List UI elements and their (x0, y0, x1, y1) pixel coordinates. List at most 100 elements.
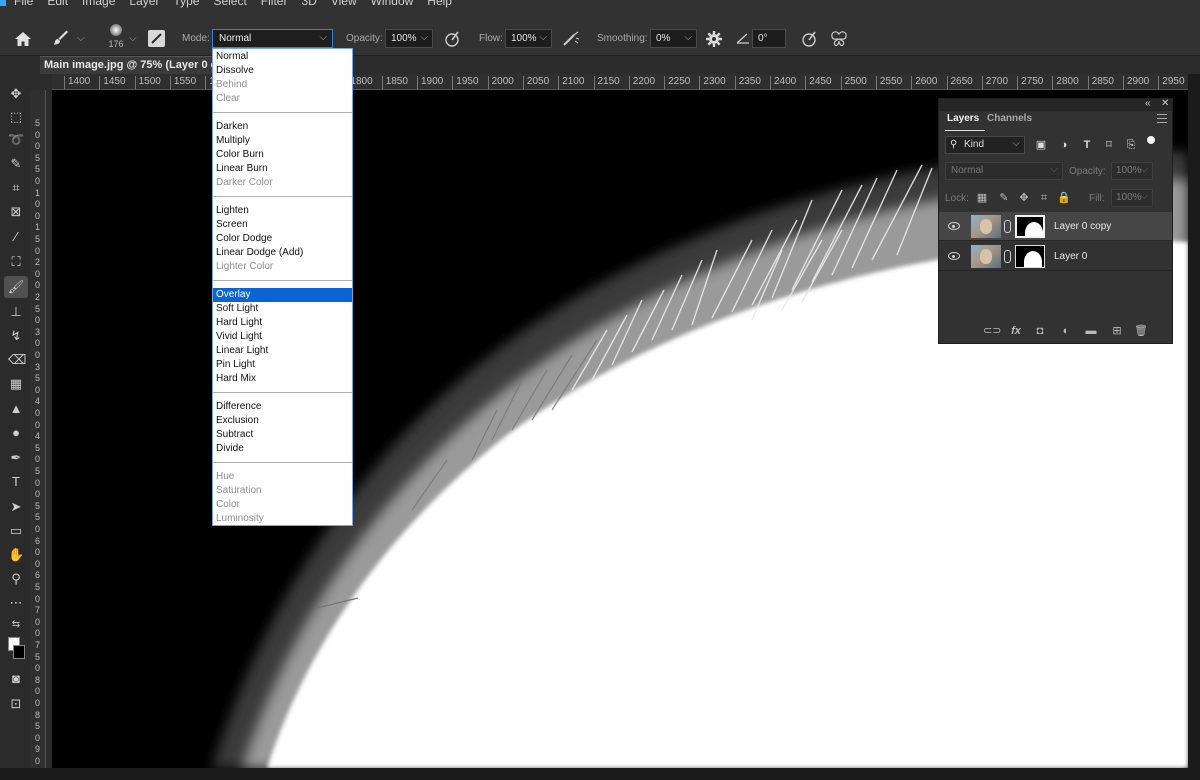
blend-mode-option[interactable]: Overlay (213, 288, 352, 302)
swap-colors-icon[interactable]: ⇆ (8, 617, 24, 633)
close-panel-icon[interactable]: ✕ (1161, 98, 1169, 109)
symmetry-butterfly-icon[interactable] (830, 30, 848, 48)
lasso-tool-icon[interactable]: ➰ (8, 132, 24, 148)
menu-item[interactable]: Type (173, 0, 199, 8)
lock-position-icon[interactable]: ✥ (1017, 191, 1031, 205)
history-brush-tool-icon[interactable]: ↯ (8, 328, 24, 344)
blend-mode-option[interactable]: Color Burn (213, 148, 352, 162)
adjustment-layer-icon[interactable]: ◐ (1059, 324, 1073, 338)
blend-mode-dropdown[interactable]: Normal Dissolve Behind Clear Darken Multiply C… (212, 48, 353, 526)
blend-mode-option[interactable]: Exclusion (213, 414, 352, 428)
blend-mode-option[interactable]: Vivid Light (213, 330, 352, 344)
lock-transparent-icon[interactable]: ▦ (975, 191, 989, 205)
menu-item[interactable]: Window (371, 0, 414, 8)
new-layer-icon[interactable]: ⊞ (1110, 324, 1124, 338)
pixel-filter-icon[interactable]: ▣ (1034, 138, 1048, 152)
menu-item[interactable]: Edit (47, 0, 68, 8)
menu-item[interactable]: Layer (129, 0, 159, 8)
airbrush-icon[interactable] (562, 30, 580, 48)
blend-mode-option[interactable]: Difference (213, 400, 352, 414)
document-tab[interactable]: Main image.jpg @ 75% (Layer 0 copy, Laye… (40, 56, 222, 74)
brush-size-chevron-icon[interactable]: ⌵ (129, 33, 137, 44)
brush-preset-chevron-icon[interactable]: ⌵ (77, 33, 85, 44)
menu-item[interactable]: Filter (261, 0, 288, 8)
more-tools-icon[interactable]: ⋯ (8, 595, 24, 611)
smart-object-filter-icon[interactable]: ⎘ (1124, 138, 1138, 152)
frame-tool-icon[interactable]: ⊠ (8, 204, 24, 220)
blend-mode-option[interactable]: Multiply (213, 134, 352, 148)
gradient-tool-icon[interactable]: ▦ (8, 376, 24, 392)
menu-item[interactable]: File (14, 0, 33, 8)
add-mask-icon[interactable]: ◘ (1033, 324, 1047, 338)
type-tool-icon[interactable]: T (8, 474, 24, 490)
trash-icon[interactable]: 🗑 (1134, 324, 1148, 338)
adjustment-filter-icon[interactable]: ◑ (1057, 138, 1071, 152)
lock-image-icon[interactable]: ✎ (997, 191, 1011, 205)
blend-mode-option[interactable]: Subtract (213, 428, 352, 442)
marquee-tool-icon[interactable]: ⬚ (8, 109, 24, 125)
pressure-size-icon[interactable] (800, 30, 818, 48)
quick-selection-tool-icon[interactable]: ✎ (8, 156, 24, 172)
move-tool-icon[interactable]: ✥ (8, 86, 24, 102)
tab-channels[interactable]: Channels (987, 113, 1032, 124)
blend-mode-option[interactable]: Darken (213, 120, 352, 134)
filter-toggle-icon[interactable] (1147, 136, 1155, 144)
quick-mask-icon[interactable]: ◙ (8, 671, 24, 687)
link-layers-icon[interactable]: ⊂⊃ (983, 324, 1001, 338)
opacity-field[interactable]: 100% ⌵ (385, 29, 433, 48)
visibility-eye-icon[interactable] (948, 222, 960, 230)
crop-tool-icon[interactable]: ⌗ (8, 180, 24, 196)
angle-field[interactable]: 0° (752, 29, 786, 48)
blend-mode-option[interactable]: Normal (213, 50, 352, 64)
blur-tool-icon[interactable]: ▲ (8, 401, 24, 417)
blend-mode-option[interactable]: Linear Burn (213, 162, 352, 176)
collapse-panel-icon[interactable]: « (1145, 98, 1151, 109)
menu-item[interactable]: View (331, 0, 357, 8)
layer-mask-thumbnail[interactable] (1015, 215, 1045, 238)
screen-mode-icon[interactable]: ⊡ (8, 696, 24, 712)
lock-artboard-icon[interactable]: ⌗ (1037, 191, 1051, 205)
pen-tool-icon[interactable]: ✒ (8, 450, 24, 466)
pressure-opacity-icon[interactable] (443, 30, 461, 48)
layer-opacity-field[interactable]: 100% ⌵ (1111, 162, 1153, 180)
panel-menu-icon[interactable] (1157, 114, 1167, 123)
hand-tool-icon[interactable]: ✋ (8, 547, 24, 563)
layer-mask-thumbnail[interactable] (1015, 245, 1045, 268)
new-group-folder-icon[interactable]: ▬ (1084, 324, 1098, 338)
blend-mode-option[interactable]: Hard Light (213, 316, 352, 330)
clone-stamp-tool-icon[interactable]: ⊥ (8, 304, 24, 320)
layer-row[interactable]: Layer 0 (939, 242, 1172, 271)
shape-tool-icon[interactable]: ▭ (8, 523, 24, 539)
dodge-tool-icon[interactable]: ● (8, 425, 24, 441)
fill-field[interactable]: 100% ⌵ (1111, 189, 1153, 207)
filter-kind-select[interactable]: ⚲ Kind ⌵ (945, 136, 1025, 154)
blend-mode-option[interactable]: Screen (213, 218, 352, 232)
shape-filter-icon[interactable]: ⌑ (1102, 138, 1116, 152)
brush-tool-active-icon[interactable]: 🖌 (4, 276, 28, 298)
type-filter-icon[interactable]: T (1080, 138, 1094, 152)
zoom-tool-icon[interactable]: ⚲ (8, 571, 24, 587)
background-color-swatch[interactable] (13, 645, 25, 659)
mask-link-chain-icon[interactable] (1004, 220, 1011, 233)
blend-mode-option[interactable]: Hard Mix (213, 372, 352, 386)
blend-mode-option[interactable]: Soft Light (213, 302, 352, 316)
blend-mode-option[interactable]: Linear Light (213, 344, 352, 358)
visibility-eye-icon[interactable] (948, 252, 960, 260)
gear-icon[interactable] (705, 30, 723, 48)
spot-healing-tool-icon[interactable]: ⛶ (8, 254, 24, 270)
mode-select[interactable]: Normal ⌵ (212, 29, 333, 48)
brush-preset-picker[interactable]: 176 (104, 24, 128, 54)
fx-icon[interactable]: fx (1009, 324, 1023, 338)
menu-item[interactable]: Select (213, 0, 246, 8)
blend-mode-option[interactable]: Linear Dodge (Add) (213, 246, 352, 260)
path-selection-tool-icon[interactable]: ➤ (8, 499, 24, 515)
layer-blend-mode-select[interactable]: Normal ⌵ (945, 162, 1063, 180)
flow-field[interactable]: 100% ⌵ (505, 29, 552, 48)
menu-item[interactable]: 3D (301, 0, 316, 8)
blend-mode-option[interactable]: Color Dodge (213, 232, 352, 246)
menu-item[interactable]: Image (82, 0, 115, 8)
lock-all-icon[interactable]: 🔒 (1057, 191, 1071, 205)
blend-mode-option[interactable]: Pin Light (213, 358, 352, 372)
eraser-tool-icon[interactable]: ⌫ (8, 352, 26, 368)
smoothing-field[interactable]: 0% ⌵ (650, 29, 697, 48)
